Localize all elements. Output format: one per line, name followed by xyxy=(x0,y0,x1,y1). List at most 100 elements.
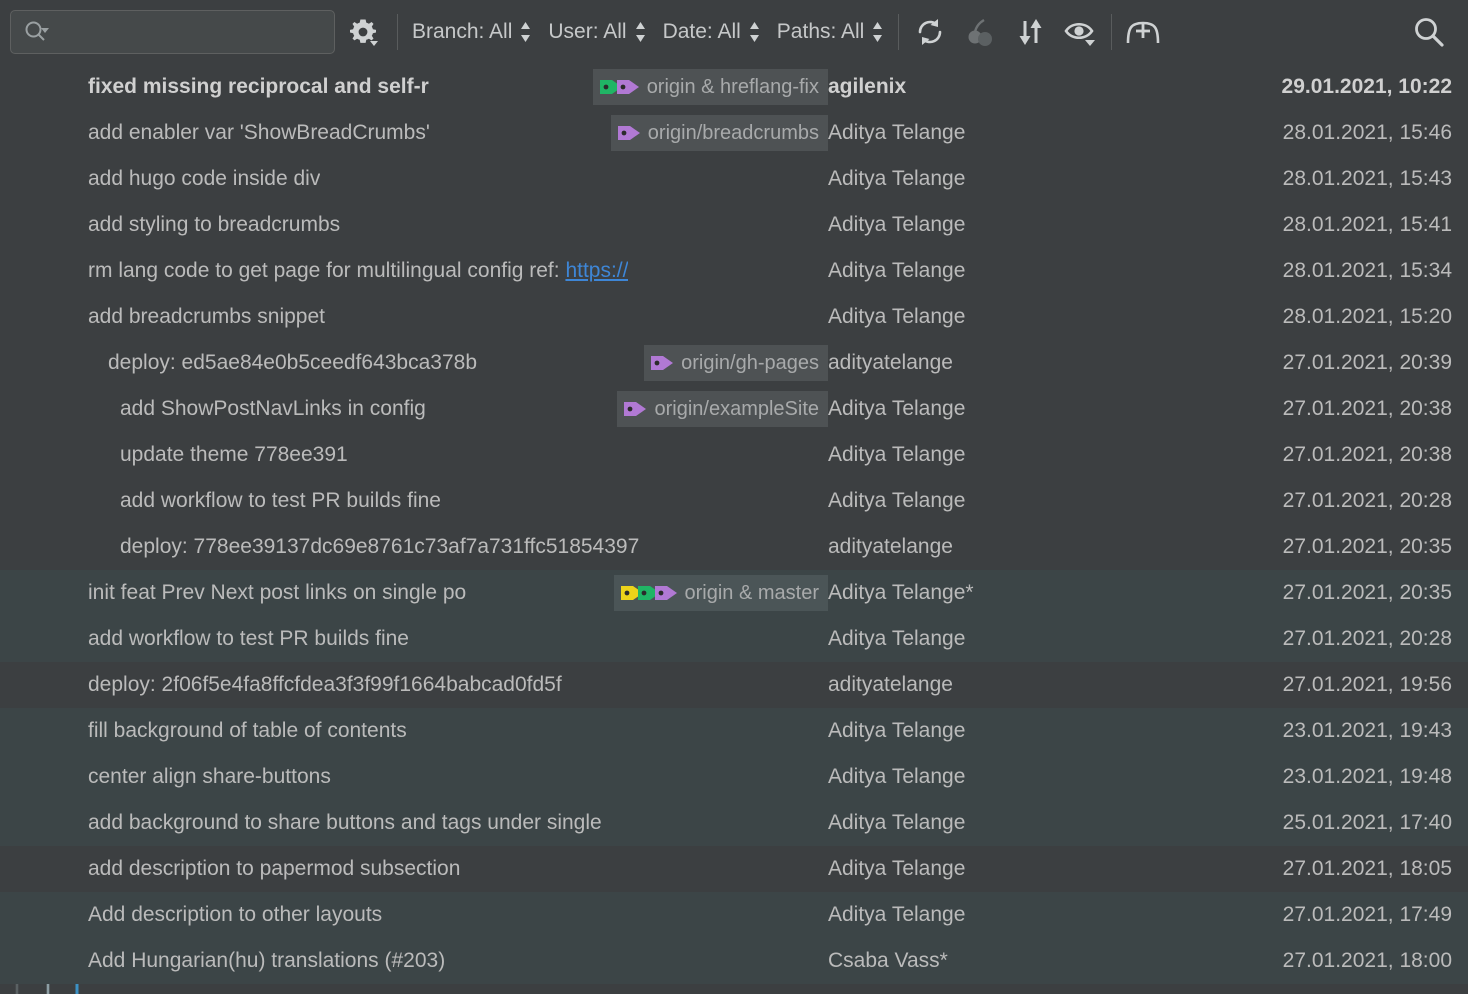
table-row[interactable]: add ShowPostNavLinks in config origin/ex… xyxy=(0,386,1468,432)
branch-tag-purple-icon xyxy=(650,352,674,374)
search-field[interactable] xyxy=(10,10,335,54)
table-row[interactable]: add breadcrumbs snippet Aditya Telange 2… xyxy=(0,294,1468,340)
commit-subject: add styling to breadcrumbs xyxy=(88,213,340,237)
branch-tag-purple-icon xyxy=(617,122,641,144)
row-author-cell: Aditya Telange xyxy=(828,616,1183,662)
commit-author: adityatelange xyxy=(828,351,953,375)
filter-date[interactable]: Date: All xyxy=(655,20,769,44)
commit-log-table[interactable]: fixed missing reciprocal and self-r orig… xyxy=(0,64,1468,994)
ref-chip[interactable]: origin & master xyxy=(614,575,829,611)
row-graph-cell xyxy=(0,708,86,754)
gear-button[interactable] xyxy=(335,10,391,54)
table-row[interactable]: fixed missing reciprocal and self-r orig… xyxy=(0,64,1468,110)
table-row[interactable]: add workflow to test PR builds fine Adit… xyxy=(0,616,1468,662)
commit-date: 28.01.2021, 15:20 xyxy=(1283,305,1452,329)
table-row[interactable]: add enabler var 'ShowBreadCrumbs' origin… xyxy=(0,110,1468,156)
row-subject-cell: add ShowPostNavLinks in config origin/ex… xyxy=(86,386,828,432)
row-graph-cell xyxy=(0,616,86,662)
table-row[interactable]: add styling to breadcrumbs Aditya Telang… xyxy=(0,202,1468,248)
commit-subject: Add Hungarian(hu) translations (#203) xyxy=(88,949,445,973)
commit-subject: add workflow to test PR builds fine xyxy=(120,489,441,513)
find-button[interactable] xyxy=(1404,10,1454,54)
commit-subject: deploy: 2f06f5e4fa8ffcfdea3f3f99f1664bab… xyxy=(88,673,562,697)
branch-tag-purple-icon xyxy=(623,398,647,420)
chevron-updown-icon xyxy=(748,20,761,44)
commit-date: 28.01.2021, 15:41 xyxy=(1283,213,1452,237)
table-row[interactable]: update theme 778ee391 Aditya Telange 27.… xyxy=(0,432,1468,478)
commit-author: Aditya Telange xyxy=(828,121,965,145)
row-author-cell: Aditya Telange xyxy=(828,202,1183,248)
row-graph-cell xyxy=(0,938,86,984)
filter-branch-label: Branch: All xyxy=(412,20,512,44)
row-author-cell: adityatelange xyxy=(828,524,1183,570)
row-graph-cell xyxy=(0,248,86,294)
row-subject-cell: add styling to breadcrumbs xyxy=(86,202,828,248)
refresh-button[interactable] xyxy=(905,10,955,54)
filter-paths-label: Paths: All xyxy=(777,20,865,44)
ref-label: origin/exampleSite xyxy=(654,398,819,421)
search-input[interactable] xyxy=(49,21,334,43)
row-subject-cell: update theme 778ee391 xyxy=(86,432,828,478)
ref-label: origin/gh-pages xyxy=(681,352,819,375)
new-branch-button[interactable] xyxy=(1118,10,1168,54)
table-row[interactable]: add description to papermod subsection A… xyxy=(0,846,1468,892)
table-row[interactable]: deploy: ed5ae84e0b5ceedf643bca378b origi… xyxy=(0,340,1468,386)
ref-chip[interactable]: origin/exampleSite xyxy=(617,391,828,427)
commit-subject: add breadcrumbs snippet xyxy=(88,305,325,329)
table-row[interactable]: Add Hungarian(hu) translations (#203) Cs… xyxy=(0,938,1468,984)
row-graph-cell xyxy=(0,800,86,846)
new-branch-icon xyxy=(1125,16,1161,48)
row-graph-cell xyxy=(0,64,86,110)
commit-date: 28.01.2021, 15:46 xyxy=(1283,121,1452,145)
ref-chip[interactable]: origin/breadcrumbs xyxy=(611,115,828,151)
row-author-cell: Csaba Vass* xyxy=(828,938,1183,984)
table-row[interactable]: Add description to other layouts Aditya … xyxy=(0,892,1468,938)
commit-subject: add workflow to test PR builds fine xyxy=(88,627,409,651)
commit-date: 27.01.2021, 20:39 xyxy=(1283,351,1452,375)
table-row[interactable]: center align share-buttons Aditya Telang… xyxy=(0,754,1468,800)
commit-author: Aditya Telange xyxy=(828,259,965,283)
sort-arrows-icon xyxy=(1014,16,1046,48)
row-graph-cell xyxy=(0,846,86,892)
table-row[interactable]: deploy: 778ee39137dc69e8761c73af7a731ffc… xyxy=(0,524,1468,570)
filter-branch[interactable]: Branch: All xyxy=(404,20,540,44)
filter-paths[interactable]: Paths: All xyxy=(769,20,893,44)
row-date-cell: 27.01.2021, 19:56 xyxy=(1183,662,1468,708)
table-row[interactable]: add background to share buttons and tags… xyxy=(0,800,1468,846)
row-date-cell: 27.01.2021, 20:35 xyxy=(1183,524,1468,570)
table-row[interactable]: add workflow to test PR builds fine Adit… xyxy=(0,478,1468,524)
row-graph-cell xyxy=(0,294,86,340)
table-row[interactable]: fill background of table of contents Adi… xyxy=(0,708,1468,754)
branch-tag-purple-icon xyxy=(616,76,640,98)
row-subject-cell: add breadcrumbs snippet xyxy=(86,294,828,340)
filter-user[interactable]: User: All xyxy=(540,20,654,44)
row-graph-cell xyxy=(0,662,86,708)
commit-subject-text: rm lang code to get page for multilingua… xyxy=(88,259,565,282)
commit-date: 27.01.2021, 19:56 xyxy=(1283,673,1452,697)
show-hide-button[interactable] xyxy=(1055,10,1105,54)
table-row[interactable]: init feat Prev Next post links on single… xyxy=(0,570,1468,616)
row-subject-cell: center align share-buttons xyxy=(86,754,828,800)
cherry-pick-button[interactable] xyxy=(955,10,1005,54)
ref-chip[interactable]: origin/gh-pages xyxy=(644,345,828,381)
commit-author: Aditya Telange xyxy=(828,305,965,329)
commit-author: adityatelange xyxy=(828,673,953,697)
row-date-cell: 28.01.2021, 15:46 xyxy=(1183,110,1468,156)
table-row[interactable]: deploy: 2f06f5e4fa8ffcfdea3f3f99f1664bab… xyxy=(0,662,1468,708)
row-subject-cell: add description to papermod subsection xyxy=(86,846,828,892)
commit-date: 27.01.2021, 18:00 xyxy=(1283,949,1452,973)
commit-subject-link[interactable]: https:// xyxy=(565,259,628,282)
row-author-cell: Aditya Telange xyxy=(828,846,1183,892)
ref-chip[interactable]: origin & hreflang-fix xyxy=(593,69,828,105)
commit-date: 27.01.2021, 17:49 xyxy=(1283,903,1452,927)
commit-author: Aditya Telange xyxy=(828,627,965,651)
row-author-cell: Aditya Telange xyxy=(828,432,1183,478)
row-date-cell: 28.01.2021, 15:41 xyxy=(1183,202,1468,248)
commit-subject: update theme 778ee391 xyxy=(120,443,348,467)
table-row[interactable]: add hugo code inside div Aditya Telange … xyxy=(0,156,1468,202)
commit-date: 23.01.2021, 19:48 xyxy=(1283,765,1452,789)
row-author-cell: Aditya Telange xyxy=(828,754,1183,800)
table-row[interactable]: rm lang code to get page for multilingua… xyxy=(0,248,1468,294)
sort-button[interactable] xyxy=(1005,10,1055,54)
commit-author: Aditya Telange xyxy=(828,167,965,191)
